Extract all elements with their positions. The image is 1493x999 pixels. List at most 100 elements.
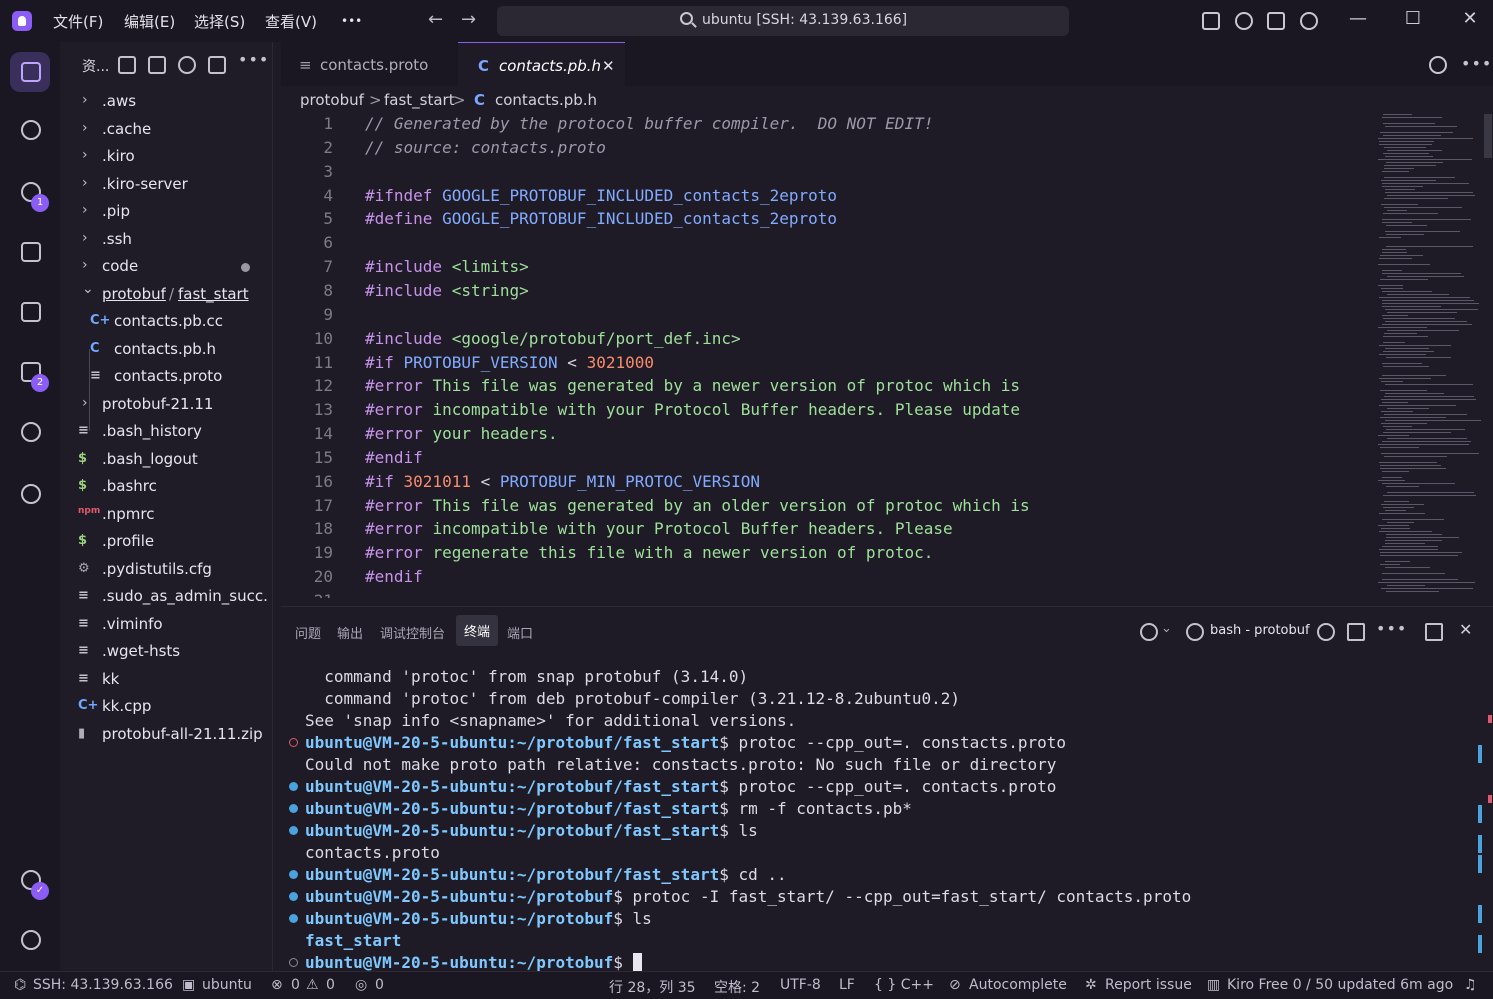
tree-item[interactable]: $ .profile bbox=[60, 528, 273, 555]
chat-icon[interactable] bbox=[1300, 12, 1318, 30]
new-terminal-icon[interactable] bbox=[1140, 623, 1158, 641]
minimize-icon[interactable]: — bbox=[1343, 8, 1373, 29]
tree-item[interactable]: ≡ .viminfo bbox=[60, 611, 273, 638]
tree-item[interactable]: $ .bashrc bbox=[60, 473, 273, 500]
menu-file[interactable]: 文件(F) bbox=[53, 11, 103, 32]
menu-selection[interactable]: 选择(S) bbox=[194, 11, 245, 32]
command-decoration-icon[interactable] bbox=[289, 870, 298, 879]
kiro-activity[interactable] bbox=[10, 412, 50, 452]
tab-contacts-pb-h[interactable]: C contacts.pb.h ✕ bbox=[458, 42, 625, 86]
forward-arrow-icon[interactable]: → bbox=[461, 9, 476, 30]
terminal-more-icon[interactable]: ••• bbox=[1376, 619, 1407, 638]
kiro-chat-activity[interactable] bbox=[10, 474, 50, 514]
command-decoration-icon[interactable] bbox=[289, 782, 298, 791]
accounts-activity[interactable]: ✓ bbox=[10, 860, 50, 900]
terminal-output[interactable]: command 'protoc' from snap protobuf (3.1… bbox=[281, 665, 1476, 972]
error-count[interactable]: 0 bbox=[291, 977, 300, 993]
end-of-line[interactable]: LF bbox=[839, 977, 855, 993]
breadcrumb-file[interactable]: contacts.pb.h bbox=[495, 91, 597, 109]
encoding[interactable]: UTF-8 bbox=[780, 977, 821, 993]
remote-icon[interactable]: ⌬ bbox=[14, 977, 26, 993]
tab-terminal[interactable]: 终端 bbox=[456, 615, 499, 646]
terminal-name[interactable]: bash - protobuf bbox=[1210, 623, 1310, 638]
settings-activity[interactable] bbox=[10, 920, 50, 960]
trash-icon[interactable] bbox=[1347, 623, 1365, 641]
tree-item[interactable]: ≡ kk bbox=[60, 666, 273, 693]
tree-item[interactable]: C+ kk.cpp bbox=[60, 693, 273, 720]
explorer-activity[interactable] bbox=[10, 52, 50, 92]
cursor-position[interactable]: 行 28，列 35 bbox=[609, 977, 696, 997]
tree-item[interactable]: › .kiro bbox=[60, 143, 273, 170]
autocomplete-toggle[interactable]: Autocomplete bbox=[969, 977, 1067, 993]
tree-item[interactable]: npm .npmrc bbox=[60, 501, 273, 528]
tree-item[interactable]: ≡ .sudo_as_admin_succ... bbox=[60, 583, 273, 610]
new-folder-icon[interactable] bbox=[148, 56, 166, 74]
command-decoration-icon[interactable] bbox=[289, 892, 298, 901]
command-decoration-icon[interactable] bbox=[289, 826, 298, 835]
tree-item[interactable]: › .pip bbox=[60, 198, 273, 225]
toggle-sidebar-icon[interactable] bbox=[1235, 12, 1253, 30]
extensions-activity[interactable]: 2 bbox=[10, 352, 50, 392]
refresh-icon[interactable] bbox=[178, 56, 196, 74]
editor-more-icon[interactable]: ••• bbox=[1461, 54, 1492, 73]
menu-view[interactable]: 查看(V) bbox=[265, 11, 317, 32]
tree-item[interactable]: › code bbox=[60, 253, 273, 280]
menu-edit[interactable]: 编辑(E) bbox=[124, 11, 175, 32]
breadcrumb-fast-start[interactable]: fast_start bbox=[384, 91, 455, 109]
command-decoration-icon[interactable] bbox=[289, 914, 298, 923]
tree-item[interactable]: ≡ .bash_history bbox=[60, 418, 273, 445]
split-editor-icon[interactable] bbox=[1429, 56, 1447, 74]
tree-item[interactable]: ▮ protobuf-all-21.11.zip bbox=[60, 721, 273, 748]
tree-item[interactable]: › .kiro-server bbox=[60, 171, 273, 198]
tree-item[interactable]: › .cache bbox=[60, 116, 273, 143]
report-issue[interactable]: Report issue bbox=[1105, 977, 1192, 993]
close-window-icon[interactable]: ✕ bbox=[1455, 8, 1485, 29]
language-mode[interactable]: { } C++ bbox=[874, 977, 934, 993]
tab-contacts-proto[interactable]: ≡ contacts.proto bbox=[281, 42, 458, 86]
tree-item[interactable]: $ .bash_logout bbox=[60, 446, 273, 473]
tree-item[interactable]: › .aws bbox=[60, 88, 273, 115]
code-editor[interactable]: 1 // Generated by the protocol buffer com… bbox=[281, 114, 1376, 598]
command-decoration-icon[interactable] bbox=[289, 804, 298, 813]
tree-item[interactable]: ≡ contacts.proto bbox=[60, 363, 273, 390]
command-center-search[interactable]: ubuntu [SSH: 43.139.63.166] bbox=[497, 6, 1069, 36]
layout-icon[interactable] bbox=[1202, 12, 1220, 30]
ports-count[interactable]: 0 bbox=[375, 977, 384, 993]
indentation[interactable]: 空格: 2 bbox=[714, 977, 760, 997]
tree-item[interactable]: C+ contacts.pb.cc bbox=[60, 308, 273, 335]
tab-debug-console[interactable]: 调试控制台 bbox=[380, 623, 445, 642]
menu-more[interactable]: ••• bbox=[341, 14, 362, 28]
tab-ports[interactable]: 端口 bbox=[507, 623, 533, 642]
maximize-icon[interactable]: ☐ bbox=[1398, 8, 1428, 29]
search-activity[interactable] bbox=[10, 110, 50, 150]
new-file-icon[interactable] bbox=[118, 56, 136, 74]
tree-item[interactable]: ≡ .wget-hsts bbox=[60, 638, 273, 665]
close-icon[interactable]: ✕ bbox=[602, 57, 615, 75]
command-decoration-icon[interactable] bbox=[289, 958, 298, 967]
terminal-scrollbar[interactable] bbox=[1476, 665, 1493, 970]
tree-item[interactable]: Ccontacts.pb.h bbox=[60, 336, 273, 363]
tree-item[interactable]: ⌄ protobuf / fast_start bbox=[60, 281, 273, 308]
plan-usage[interactable]: Kiro Free 0 / 50 updated 6m ago bbox=[1227, 977, 1453, 993]
user-label[interactable]: ubuntu bbox=[202, 977, 252, 993]
breadcrumb-protobuf[interactable]: protobuf bbox=[300, 91, 364, 109]
remote-explorer-activity[interactable] bbox=[10, 292, 50, 332]
collapse-all-icon[interactable] bbox=[208, 56, 226, 74]
warning-count[interactable]: 0 bbox=[326, 977, 335, 993]
tree-item[interactable]: › .ssh bbox=[60, 226, 273, 253]
notifications-bell-icon[interactable]: ♫ bbox=[1464, 977, 1477, 993]
tree-item[interactable]: › protobuf-21.11 bbox=[60, 391, 273, 418]
minimap[interactable] bbox=[1376, 114, 1482, 598]
tree-item[interactable]: ⚙ .pydistutils.cfg bbox=[60, 556, 273, 583]
back-arrow-icon[interactable]: ← bbox=[428, 9, 443, 30]
tab-output[interactable]: 输出 bbox=[337, 623, 363, 642]
more-actions-icon[interactable]: ••• bbox=[238, 50, 269, 69]
scrollbar-thumb[interactable] bbox=[1484, 114, 1492, 158]
editor-scrollbar[interactable] bbox=[1482, 114, 1493, 598]
close-panel-icon[interactable]: ✕ bbox=[1459, 620, 1472, 639]
tab-problems[interactable]: 问题 bbox=[295, 623, 321, 642]
split-terminal-icon[interactable] bbox=[1317, 623, 1335, 641]
remote-indicator[interactable]: SSH: 43.139.63.166 bbox=[33, 977, 173, 993]
source-control-activity[interactable]: 1 bbox=[10, 172, 50, 212]
toggle-panel-icon[interactable] bbox=[1267, 12, 1285, 30]
